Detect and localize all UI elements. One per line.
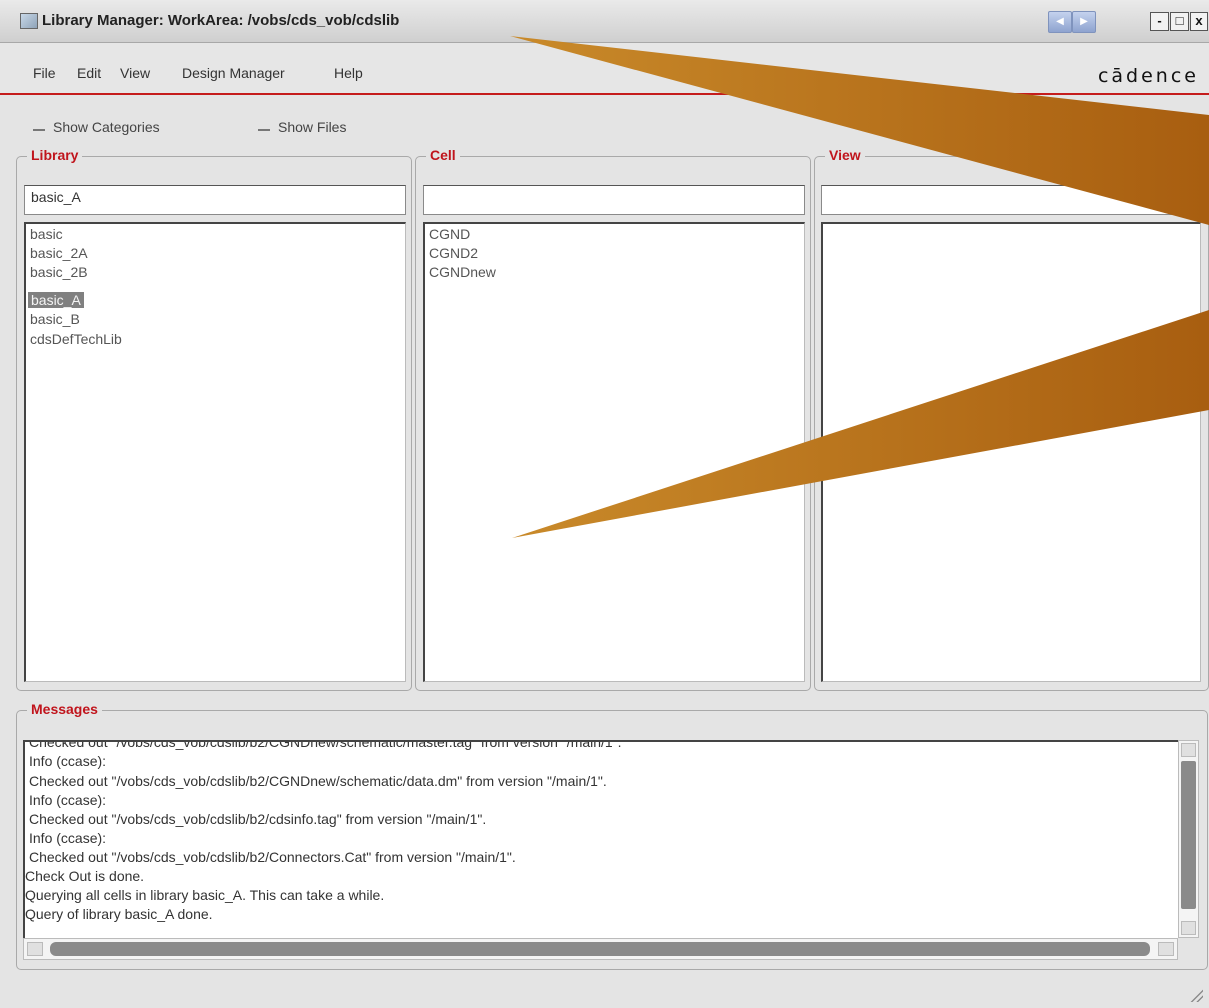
- scroll-left-icon[interactable]: [27, 942, 43, 956]
- messages-horizontal-scrollbar[interactable]: [23, 938, 1178, 960]
- library-entry[interactable]: basic_A: [24, 185, 406, 215]
- message-line: Checked out "/vobs/cds_vob/cdslib/b2/cds…: [29, 811, 487, 827]
- messages-log[interactable]: Checked out "/vobs/cds_vob/cdslib/b2/CGN…: [23, 740, 1178, 938]
- nav-back-icon[interactable]: ◀: [1048, 11, 1072, 33]
- cell-item[interactable]: CGND: [429, 226, 470, 242]
- message-line: Querying all cells in library basic_A. T…: [25, 887, 385, 903]
- cell-item[interactable]: CGNDnew: [429, 264, 496, 280]
- menu-view[interactable]: View: [120, 65, 150, 81]
- view-entry[interactable]: [821, 185, 1201, 215]
- show-files-checkbox[interactable]: Show Files: [258, 119, 346, 135]
- show-categories-checkbox[interactable]: Show Categories: [33, 119, 160, 135]
- menu-edit[interactable]: Edit: [77, 65, 101, 81]
- library-item[interactable]: basic_2A: [30, 245, 88, 261]
- title-bar: Library Manager: WorkArea: /vobs/cds_vob…: [0, 0, 1209, 43]
- message-line: Info (ccase):: [29, 830, 107, 846]
- menu-file[interactable]: File: [33, 65, 56, 81]
- message-line: Query of library basic_A done.: [25, 906, 213, 922]
- menu-bar: File Edit View Design Manager Help cāden…: [0, 43, 1209, 95]
- messages-group-label: Messages: [27, 701, 102, 717]
- messages-vertical-scrollbar[interactable]: [1178, 740, 1199, 938]
- scroll-right-icon[interactable]: [1158, 942, 1174, 956]
- checkbox-icon: [33, 126, 45, 131]
- message-line: Check Out is done.: [25, 868, 145, 884]
- cell-item[interactable]: CGND2: [429, 245, 478, 261]
- scroll-down-icon[interactable]: [1181, 921, 1196, 935]
- library-item[interactable]: basic_B: [30, 311, 80, 327]
- horizontal-scroll-thumb[interactable]: [50, 942, 1150, 956]
- library-list[interactable]: basic basic_2A basic_2B basic_A basic_B …: [24, 222, 406, 682]
- menu-design-manager[interactable]: Design Manager: [182, 65, 285, 81]
- checkbox-icon: [258, 126, 270, 131]
- menu-help[interactable]: Help: [334, 65, 363, 81]
- view-group-label: View: [825, 147, 865, 163]
- cell-group-label: Cell: [426, 147, 460, 163]
- resize-grip-icon[interactable]: [1189, 988, 1203, 1002]
- show-categories-label: Show Categories: [53, 119, 160, 135]
- library-item[interactable]: basic_2B: [30, 264, 88, 280]
- window-app-icon[interactable]: [20, 13, 38, 29]
- cadence-logo: cādence: [1097, 65, 1199, 87]
- close-icon[interactable]: x: [1190, 12, 1208, 31]
- library-group-label: Library: [27, 147, 83, 163]
- message-line: Checked out "/vobs/cds_vob/cdslib/b2/Con…: [29, 849, 516, 865]
- library-item-selected[interactable]: basic_A: [28, 292, 84, 308]
- window-title: Library Manager: WorkArea: /vobs/cds_vob…: [42, 12, 400, 29]
- minimize-icon[interactable]: -: [1150, 12, 1169, 31]
- library-item[interactable]: cdsDefTechLib: [30, 331, 122, 347]
- message-line: Info (ccase):: [29, 753, 107, 769]
- maximize-icon[interactable]: □: [1170, 12, 1189, 31]
- cell-entry[interactable]: [423, 185, 805, 215]
- message-line: Checked out "/vobs/cds_vob/cdslib/b2/CGN…: [29, 773, 607, 789]
- show-files-label: Show Files: [278, 119, 347, 135]
- message-line: Info (ccase):: [29, 792, 107, 808]
- scroll-up-icon[interactable]: [1181, 743, 1196, 757]
- library-item[interactable]: basic: [30, 226, 63, 242]
- view-list[interactable]: [821, 222, 1201, 682]
- message-line: Checked out "/vobs/cds_vob/cdslib/b2/CGN…: [29, 740, 622, 750]
- nav-forward-icon[interactable]: ▶: [1072, 11, 1096, 33]
- cell-list[interactable]: CGND CGND2 CGNDnew: [423, 222, 805, 682]
- vertical-scroll-thumb[interactable]: [1181, 761, 1196, 909]
